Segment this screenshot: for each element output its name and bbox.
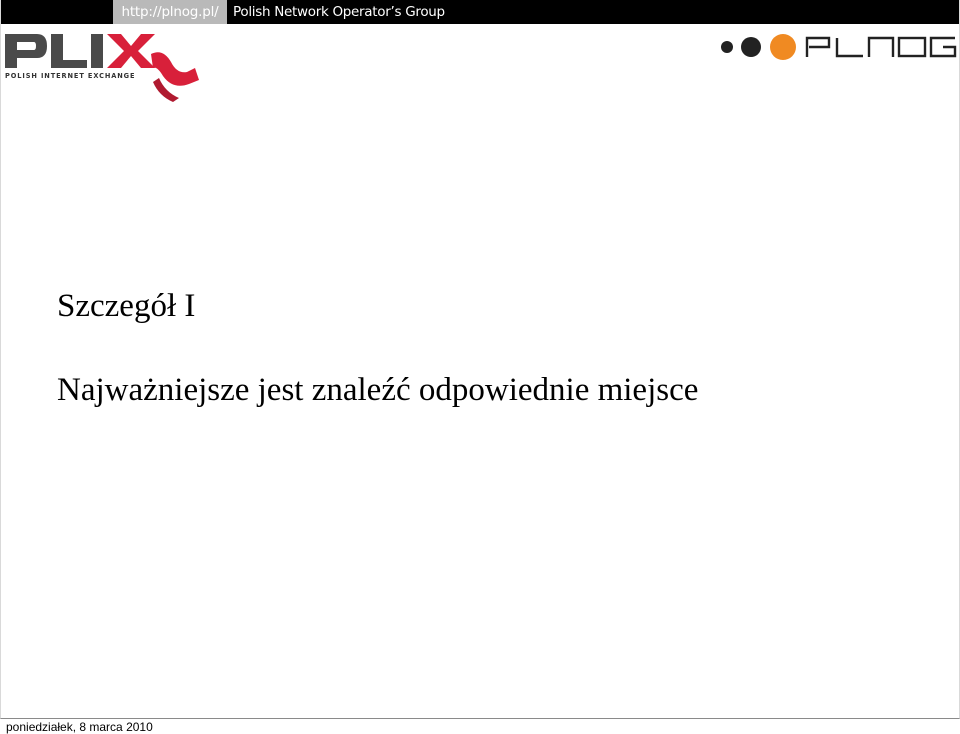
date-footer: poniedziałek, 8 marca 2010	[6, 720, 153, 734]
plnog-logo	[717, 30, 959, 64]
group-name: Polish Network Operator’s Group	[233, 4, 445, 20]
plix-tagline: POLISH INTERNET EXCHANGE	[5, 72, 136, 80]
plnog-logo-icon	[721, 34, 957, 60]
slide-title: Szczegół I	[57, 288, 196, 324]
plix-logo-icon	[5, 34, 199, 102]
plix-logo	[3, 28, 203, 108]
url-tab[interactable]: http://plnog.pl/	[113, 0, 227, 24]
slide-body: Najważniejsze jest znaleźć odpowiednie m…	[57, 372, 699, 408]
top-bar: http://plnog.pl/ Polish Network Operator…	[1, 0, 959, 24]
slide: http://plnog.pl/ Polish Network Operator…	[0, 0, 960, 719]
